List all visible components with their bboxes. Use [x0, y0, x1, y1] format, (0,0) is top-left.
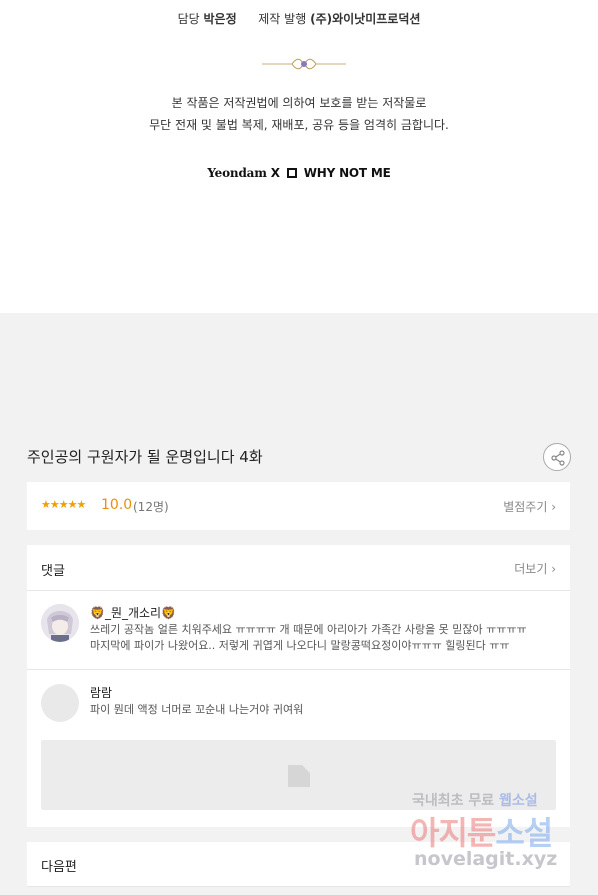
comment-item: 🦁_뭔_개소리🦁 쓰레기 공작놈 얼른 치워주세요 ㅠㅠㅠㅠ 개 때문에 아리아… [27, 592, 570, 670]
rating-card: ★★★★★ 10.0 (12명) 별점주기 › [27, 482, 570, 530]
comment-text: 쓰레기 공작놈 얼른 치워주세요 ㅠㅠㅠㅠ 개 때문에 아리아가 가족간 사랑을… [90, 622, 560, 654]
comment-nickname: 람람 [90, 686, 113, 700]
credits-section: 담당 박은정 제작 발행 (주)와이낫미프로덕션 본 작품은 저작권법에 의하여… [0, 0, 598, 313]
comment-nickname: 🦁_뭔_개소리🦁 [90, 606, 177, 620]
comment-text-line: 마지막에 파이가 나왔어요.. 저렇게 귀엽게 나오다니 말랑콩떡요정이야ㅠㅠㅠ… [90, 639, 510, 652]
avatar [41, 604, 79, 642]
comments-header: 댓글 더보기 › [27, 545, 570, 591]
whynotme-logo: WHY NOT ME [303, 166, 391, 180]
copyright-notice: 본 작품은 저작권법에 의하여 보호를 받는 저작물로 무단 전재 및 불법 복… [0, 92, 598, 136]
rating-stars: ★★★★★ [41, 498, 86, 511]
ornament-divider [262, 58, 346, 70]
comment-text-line: 쓰레기 공작놈 얼른 치워주세요 ㅠㅠㅠㅠ 개 때문에 아리아가 가족간 사랑을… [90, 623, 527, 636]
next-episode-title: 다음편 [41, 860, 77, 875]
credit-line: 담당 박은정 제작 발행 (주)와이낫미프로덕션 [0, 10, 598, 27]
rating-count: (12명) [133, 500, 169, 514]
rate-button[interactable]: 별점주기 › [503, 498, 556, 515]
avatar [41, 684, 79, 722]
share-button[interactable] [543, 443, 571, 471]
next-episode-card[interactable]: 다음편 [27, 842, 570, 887]
comment-input-area[interactable] [41, 740, 556, 810]
copyright-line-2: 무단 전재 및 불법 복제, 재배포, 공유 등을 엄격히 금합니다. [149, 118, 449, 132]
comment-text: 파이 뭔데 액정 너머로 꼬순내 나는거야 귀여워 [90, 702, 560, 718]
image-placeholder-icon [288, 765, 310, 787]
production-company: (주)와이낫미프로덕션 [310, 12, 421, 26]
divider [27, 886, 570, 887]
production-label: 제작 발행 [258, 12, 307, 26]
comments-title: 댓글 [41, 564, 65, 579]
share-icon [551, 450, 565, 466]
whynotme-logo-mark [286, 168, 297, 178]
copyright-line-1: 본 작품은 저작권법에 의하여 보호를 받는 저작물로 [171, 96, 427, 110]
comments-more-link[interactable]: 더보기 › [514, 560, 556, 577]
publisher-logos: Yeondam X WHY NOT ME [0, 166, 598, 180]
manager-label: 담당 [177, 12, 200, 26]
avatar-illustration [41, 604, 79, 642]
comments-card: 댓글 더보기 › 🦁_뭔_개소리🦁 쓰레기 공작놈 얼른 치워주세요 ㅠㅠㅠㅠ … [27, 545, 570, 827]
manager-name: 박은정 [203, 12, 237, 26]
comment-text-line: 파이 뭔데 액정 너머로 꼬순내 나는거야 귀여워 [90, 703, 304, 716]
yeondam-logo: Yeondam [207, 166, 267, 180]
comment-item: 람람 파이 뭔데 액정 너머로 꼬순내 나는거야 귀여워 [27, 671, 570, 731]
rating-score: 10.0 [101, 497, 133, 513]
episode-title: 주인공의 구원자가 될 운명입니다 4화 [27, 448, 263, 466]
logo-separator: X [270, 166, 280, 180]
